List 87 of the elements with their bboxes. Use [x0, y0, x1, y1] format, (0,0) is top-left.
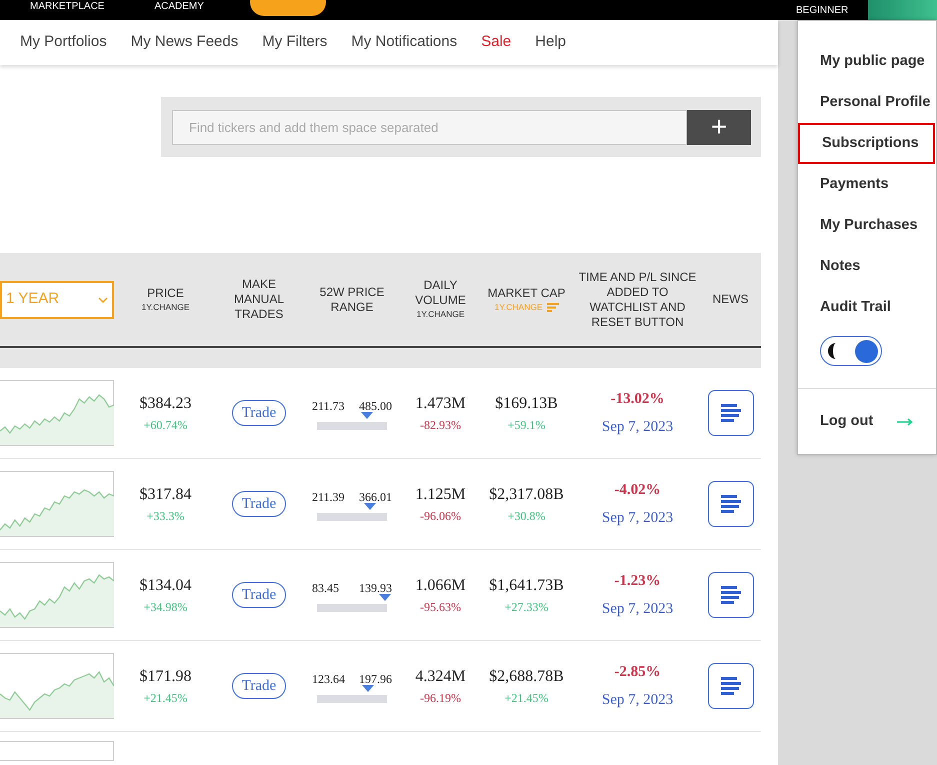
column-header: TIME AND P/L SINCE ADDED TO WATCHLIST AND RESET BUTTON: [578, 270, 698, 330]
nav-tab[interactable]: My Filters: [262, 31, 328, 54]
column-subheader: 1Y.CHANGE: [494, 300, 543, 314]
market-cap-text: $169.13B: [495, 394, 558, 414]
menu-item[interactable]: Subscriptions: [798, 123, 935, 164]
market-cap-text: $2,688.78B: [489, 667, 564, 687]
news-button[interactable]: [708, 481, 754, 527]
nav-tab[interactable]: My News Feeds: [130, 31, 238, 54]
lines-icon: [720, 404, 740, 422]
volume-text: 4.324M: [415, 667, 466, 687]
range-high-text: 197.96: [359, 670, 392, 688]
date-link[interactable]: Sep 7, 2023: [602, 598, 674, 620]
change-text: +21.45%: [504, 690, 548, 707]
column-header: MARKET CAP: [486, 286, 566, 301]
column-header: PRICE: [146, 286, 185, 301]
nav-link[interactable]: ACADEMY: [154, 0, 204, 14]
menu-item[interactable]: Notes: [798, 246, 936, 287]
range-high-text: 366.01: [359, 488, 392, 506]
menu-item[interactable]: Payments: [798, 164, 936, 205]
pl-text: -1.23%: [614, 572, 661, 590]
lines-icon: [720, 677, 740, 695]
ticker-search-field[interactable]: Find tickers and add them space separated: [172, 110, 687, 144]
nav-tab[interactable]: Sale: [481, 31, 512, 54]
column-subheader: 1Y.CHANGE: [416, 308, 465, 321]
banner-graphic: [868, 0, 937, 20]
menu-item[interactable]: Audit Trail: [798, 287, 936, 328]
theme-toggle[interactable]: [820, 336, 882, 366]
date-link[interactable]: Sep 7, 2023: [602, 689, 674, 712]
range-low-text: 211.73: [312, 398, 345, 414]
change-text: +33.3%: [146, 508, 184, 525]
news-button[interactable]: [708, 572, 754, 618]
volume-text: 1.066M: [415, 576, 466, 596]
column-header: NEWS: [712, 292, 750, 307]
range-low-text: 83.45: [312, 580, 339, 596]
menu-item[interactable]: Personal Profile: [798, 82, 936, 123]
volume-text: 1.473M: [415, 394, 466, 414]
change-text: -82.93%: [420, 417, 461, 434]
add-button[interactable]: +: [687, 110, 751, 144]
sort-icon: [546, 302, 559, 312]
lines-icon: [720, 586, 740, 604]
toggle-knob: [855, 340, 878, 362]
lines-icon: [720, 495, 740, 513]
market-cap-text: $2,317.08B: [489, 485, 564, 505]
trade-button[interactable]: Trade: [232, 400, 286, 426]
range-low-text: 211.39: [312, 488, 345, 506]
arrow-right-icon: [897, 418, 914, 426]
change-text: -96.06%: [420, 508, 461, 525]
range-low-text: 123.64: [312, 670, 345, 688]
change-text: +59.1%: [508, 417, 546, 434]
range-high-text: 139.93: [359, 580, 392, 596]
range-high-text: 485.00: [359, 398, 392, 414]
change-text: +30.8%: [508, 508, 546, 525]
nav-tab[interactable]: My Notifications: [351, 31, 458, 54]
chevron-down-icon: [98, 296, 108, 302]
change-text: -96.19%: [420, 690, 461, 707]
level-label: BEGINNER: [796, 4, 848, 18]
volume-text: 1.125M: [415, 485, 466, 505]
pl-text: -2.85%: [614, 662, 661, 682]
news-button[interactable]: [708, 663, 754, 709]
change-text: +21.45%: [144, 690, 188, 707]
trade-button[interactable]: Trade: [232, 582, 286, 608]
nav-tab[interactable]: Help: [535, 31, 566, 54]
logout-link[interactable]: Log out: [820, 410, 874, 432]
news-button[interactable]: [708, 390, 754, 436]
nav-link[interactable]: MARKETPLACE: [30, 0, 104, 14]
change-text: +34.98%: [144, 599, 188, 616]
date-link[interactable]: Sep 7, 2023: [602, 416, 674, 438]
date-link[interactable]: Sep 7, 2023: [602, 507, 674, 530]
change-text: -95.63%: [420, 599, 461, 616]
change-text: +27.33%: [504, 599, 548, 616]
price-text: $171.98: [140, 667, 192, 687]
price-text: $317.84: [140, 485, 192, 505]
pl-text: -4.02%: [614, 480, 661, 500]
column-header: DAILY VOLUME: [414, 278, 467, 308]
nav-tab[interactable]: My Portfolios: [20, 31, 107, 54]
pl-text: -13.02%: [610, 390, 664, 408]
column-header: MAKE MANUAL TRADES: [232, 277, 285, 322]
trade-button[interactable]: Trade: [232, 490, 286, 518]
price-text: $134.04: [140, 576, 192, 596]
menu-item[interactable]: My public page: [798, 41, 936, 82]
menu-item[interactable]: My Purchases: [798, 205, 936, 246]
change-text: +60.74%: [144, 417, 188, 434]
column-subheader: 1Y.CHANGE: [141, 300, 190, 314]
trade-button[interactable]: Trade: [232, 672, 286, 700]
column-header: 52W PRICE RANGE: [318, 284, 386, 314]
market-cap-text: $1,641.73B: [489, 576, 564, 596]
price-text: $384.23: [140, 394, 192, 414]
